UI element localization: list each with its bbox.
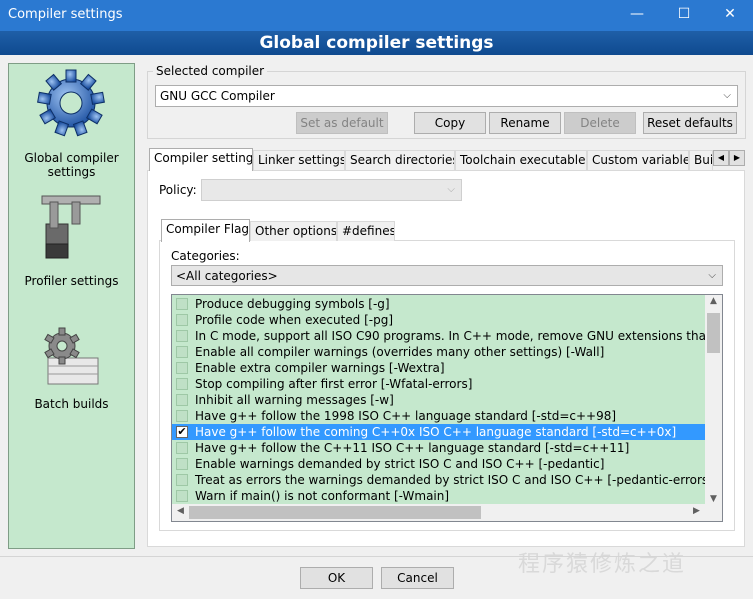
caliper-icon <box>41 195 101 259</box>
flag-row[interactable]: Inhibit all warning messages [-w] <box>172 392 705 408</box>
flag-checkbox[interactable] <box>176 458 188 470</box>
tab-other-options[interactable]: Other options <box>250 221 337 241</box>
flag-row[interactable]: Enable all compiler warnings (overrides … <box>172 344 705 360</box>
flag-label: Treat as errors the warnings demanded by… <box>195 473 705 487</box>
rename-button[interactable]: Rename <box>489 112 561 134</box>
vertical-scrollbar[interactable]: ▲ ▼ <box>705 295 722 505</box>
flag-checkbox[interactable] <box>176 394 188 406</box>
flag-row[interactable]: ✔ Have g++ follow the coming C++0x ISO C+… <box>172 424 705 440</box>
flag-row[interactable]: Profile code when executed [-pg] <box>172 312 705 328</box>
tab-toolchain-executables[interactable]: Toolchain executables <box>455 150 587 170</box>
chevron-down-icon: ⌵ <box>447 184 455 195</box>
chevron-down-icon: ⌵ <box>708 270 716 281</box>
sidebar-item-label: Global compiler settings <box>24 151 119 179</box>
flag-label: Profile code when executed [-pg] <box>195 313 394 327</box>
flag-checkbox[interactable]: ✔ <box>176 426 188 438</box>
flag-row[interactable]: Treat as errors the warnings demanded by… <box>172 472 705 488</box>
policy-select[interactable]: ⌵ <box>201 179 462 201</box>
window-title: Compiler settings <box>8 7 123 22</box>
flag-label: Have g++ follow the 1998 ISO C++ languag… <box>195 409 617 423</box>
horizontal-scrollbar[interactable]: ◀ ▶ <box>172 504 722 521</box>
flag-checkbox[interactable] <box>176 298 188 310</box>
tab-linker-settings[interactable]: Linker settings <box>253 150 345 170</box>
watermark: 程序猿修炼之道 <box>518 552 687 577</box>
scroll-down-icon[interactable]: ▼ <box>705 494 722 504</box>
sidebar: Global compiler settings Profiler settin… <box>8 63 135 549</box>
flag-row[interactable]: Stop compiling after first error [-Wfata… <box>172 376 705 392</box>
flag-checkbox[interactable] <box>176 410 188 422</box>
flag-label: Enable extra compiler warnings [-Wextra] <box>195 361 445 375</box>
scroll-right-icon[interactable]: ▶ <box>688 506 705 516</box>
delete-button[interactable]: Delete <box>564 112 636 134</box>
set-as-default-button[interactable]: Set as default <box>296 112 388 134</box>
flag-row[interactable]: Enable extra compiler warnings [-Wextra] <box>172 360 705 376</box>
flag-label: Produce debugging symbols [-g] <box>195 297 390 311</box>
policy-label: Policy: <box>159 183 197 197</box>
footer-divider <box>0 556 753 557</box>
tab-compiler-flags[interactable]: Compiler Flags <box>161 219 250 242</box>
close-button[interactable]: ✕ <box>707 0 753 31</box>
selected-compiler-label: Selected compiler <box>153 64 268 78</box>
tab-defines[interactable]: #defines <box>337 221 395 241</box>
scroll-left-icon[interactable]: ◀ <box>172 506 189 516</box>
copy-button[interactable]: Copy <box>414 112 486 134</box>
scroll-thumb[interactable] <box>189 506 481 519</box>
tab-search-directories[interactable]: Search directories <box>345 150 455 170</box>
flag-row[interactable]: Warn if main() is not conformant [-Wmain… <box>172 488 705 504</box>
flag-label: In C mode, support all ISO C90 programs.… <box>195 329 705 343</box>
gear-icon <box>37 69 105 137</box>
tab-compiler-settings[interactable]: Compiler settings <box>149 148 253 171</box>
flag-checkbox[interactable] <box>176 330 188 342</box>
flag-checkbox[interactable] <box>176 314 188 326</box>
flag-row[interactable]: Enable warnings demanded by strict ISO C… <box>172 456 705 472</box>
flag-label: Enable all compiler warnings (overrides … <box>195 345 605 359</box>
categories-label: Categories: <box>171 249 240 263</box>
flag-label: Enable warnings demanded by strict ISO C… <box>195 457 605 471</box>
flag-label: Have g++ follow the coming C++0x ISO C++… <box>195 425 677 439</box>
chevron-down-icon: ⌵ <box>723 90 731 101</box>
flag-label: Stop compiling after first error [-Wfata… <box>195 377 473 391</box>
flag-label: Inhibit all warning messages [-w] <box>195 393 394 407</box>
flag-checkbox[interactable] <box>176 442 188 454</box>
tab-custom-variables[interactable]: Custom variables <box>587 150 689 170</box>
title-bar: Compiler settings — ☐ ✕ <box>0 0 753 31</box>
maximize-button[interactable]: ☐ <box>661 0 707 31</box>
cancel-button[interactable]: Cancel <box>381 567 454 589</box>
flag-row[interactable]: Have g++ follow the 1998 ISO C++ languag… <box>172 408 705 424</box>
tab-build-options[interactable]: Bui <box>689 150 713 170</box>
flag-checkbox[interactable] <box>176 346 188 358</box>
flag-row[interactable]: Have g++ follow the C++11 ISO C++ langua… <box>172 440 705 456</box>
flag-row[interactable]: Produce debugging symbols [-g] <box>172 296 705 312</box>
tab-scroll-left-button[interactable]: ◀ <box>713 150 729 166</box>
reset-defaults-button[interactable]: Reset defaults <box>643 112 737 134</box>
gears-stack-icon <box>44 327 99 385</box>
flag-checkbox[interactable] <box>176 490 188 502</box>
tab-scroll-right-button[interactable]: ▶ <box>729 150 745 166</box>
page-title: Global compiler settings <box>0 31 753 55</box>
flag-row[interactable]: In C mode, support all ISO C90 programs.… <box>172 328 705 344</box>
compiler-flags-list: Produce debugging symbols [-g] Profile co… <box>171 294 723 522</box>
categories-select[interactable]: <All categories> ⌵ <box>171 265 723 286</box>
compiler-select-value: GNU GCC Compiler <box>160 89 275 103</box>
sidebar-item-label: Profiler settings <box>24 274 119 288</box>
flag-label: Have g++ follow the C++11 ISO C++ langua… <box>195 441 630 455</box>
compiler-select[interactable]: GNU GCC Compiler ⌵ <box>155 85 738 107</box>
scroll-up-icon[interactable]: ▲ <box>705 296 722 306</box>
scroll-thumb[interactable] <box>707 313 720 353</box>
minimize-button[interactable]: — <box>614 0 660 31</box>
flag-checkbox[interactable] <box>176 362 188 374</box>
categories-select-value: <All categories> <box>176 269 278 283</box>
flag-label: Warn if main() is not conformant [-Wmain… <box>195 489 450 503</box>
flag-checkbox[interactable] <box>176 378 188 390</box>
ok-button[interactable]: OK <box>300 567 373 589</box>
flag-checkbox[interactable] <box>176 474 188 486</box>
sidebar-item-label: Batch builds <box>34 397 109 411</box>
